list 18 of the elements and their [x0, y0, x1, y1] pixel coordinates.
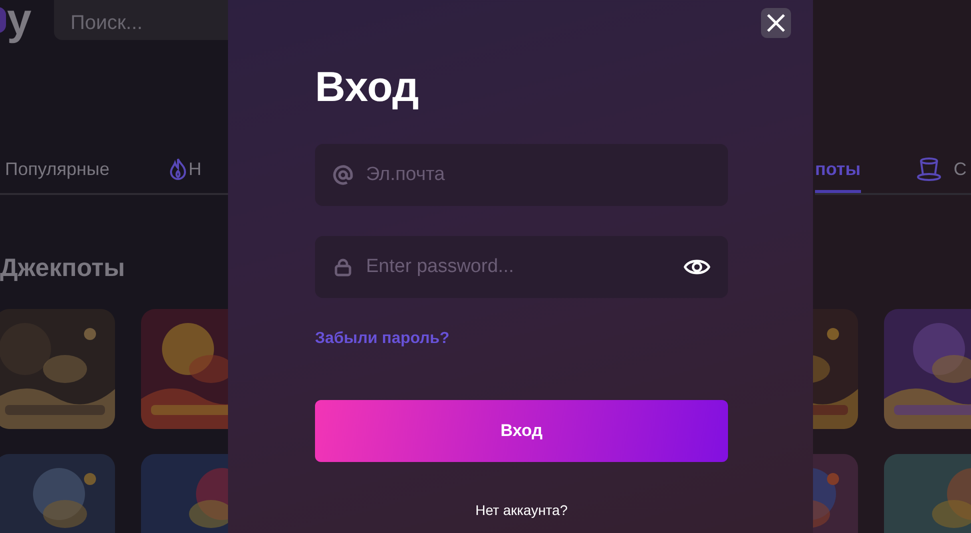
- category-tab[interactable]: поты: [815, 145, 861, 193]
- category-tab[interactable]: С: [954, 145, 967, 193]
- close-icon: [767, 14, 785, 32]
- search-field[interactable]: Поиск...: [54, 0, 228, 40]
- category-tab[interactable]: Н: [188, 145, 202, 193]
- flame-icon: [168, 157, 188, 181]
- dialog-title: Вход: [315, 62, 420, 112]
- login-button[interactable]: Вход: [315, 400, 728, 462]
- password-field[interactable]: Enter password...: [315, 236, 728, 298]
- lock-icon: [333, 257, 353, 277]
- close-button[interactable]: [761, 8, 791, 38]
- at-sign-icon: [333, 165, 353, 185]
- top-hat-icon: [916, 156, 942, 182]
- section-title: Джекпоты: [0, 253, 126, 283]
- email-field[interactable]: Эл.почта: [315, 144, 728, 206]
- forgot-password-link[interactable]: Забыли пароль?: [315, 330, 450, 348]
- signup-prompt: Нет аккаунта?: [474, 502, 569, 518]
- category-tab[interactable]: Популярные: [5, 145, 110, 193]
